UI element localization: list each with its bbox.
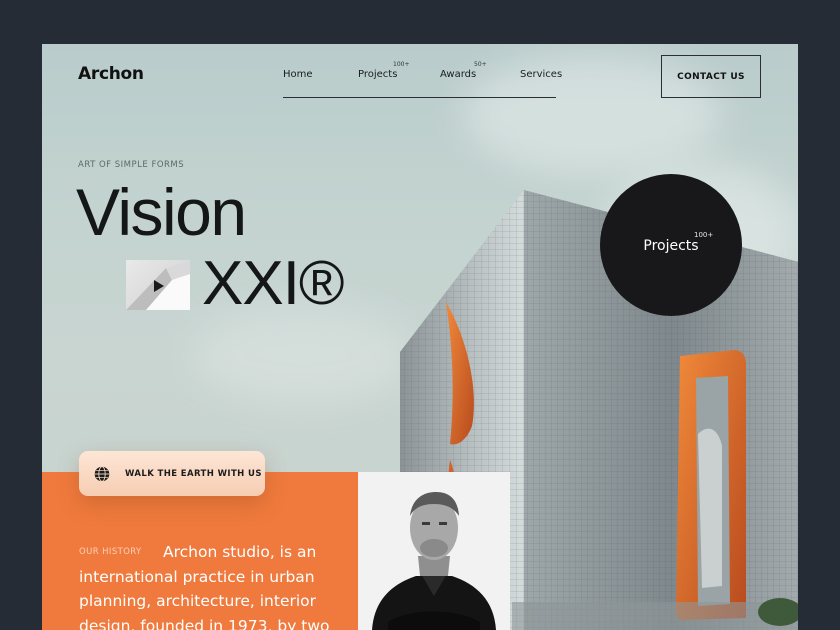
nav-services[interactable]: Services: [520, 69, 562, 80]
main-nav: Home Projects 100+ Awards 50+ Services: [283, 61, 562, 98]
history-text: Archon studio, is an international pract…: [79, 543, 330, 630]
globe-icon: [94, 465, 110, 482]
nav-home[interactable]: Home: [283, 69, 313, 80]
nav-projects[interactable]: Projects: [358, 69, 397, 80]
nav-awards-count: 50+: [474, 61, 487, 68]
projects-badge[interactable]: Projects 100+: [600, 174, 742, 316]
history-text-block: Archon studio, is an international pract…: [79, 540, 339, 630]
founder-portrait: [358, 472, 510, 630]
walk-the-earth-label: WALK THE EARTH WITH US: [125, 468, 262, 479]
hero-kicker: ART OF SIMPLE FORMS: [78, 160, 185, 170]
hero-title-line1: Vision: [76, 175, 247, 249]
hero-frame: Archon Home Projects 100+ Awards 50+ Ser…: [42, 44, 798, 630]
founder-photo-icon: [358, 472, 510, 630]
play-icon: [154, 280, 164, 292]
contact-us-button[interactable]: CONTACT US: [661, 55, 761, 98]
hero-title-line2: XXI®: [202, 249, 345, 318]
play-video-button[interactable]: [126, 260, 190, 310]
brand-logo[interactable]: Archon: [78, 64, 144, 84]
walk-the-earth-button[interactable]: WALK THE EARTH WITH US: [79, 451, 265, 496]
projects-badge-count: 100+: [694, 231, 714, 239]
nav-awards[interactable]: Awards: [440, 69, 476, 80]
nav-projects-count: 100+: [393, 61, 410, 68]
projects-badge-label: Projects: [643, 238, 699, 254]
